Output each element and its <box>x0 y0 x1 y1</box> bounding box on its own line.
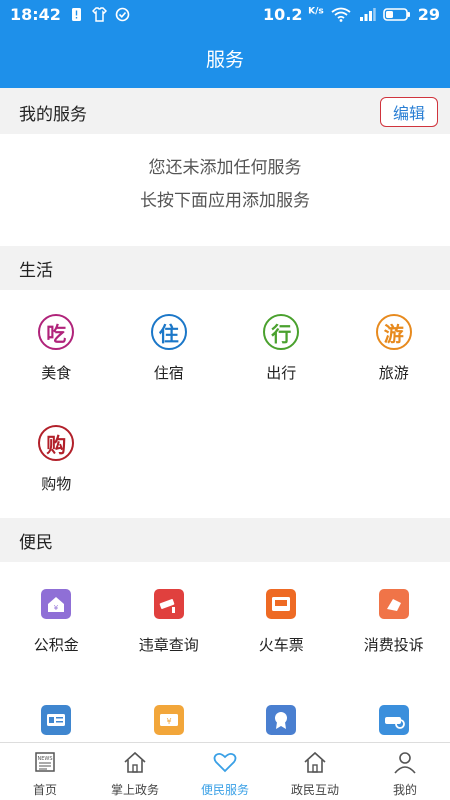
hotel-icon: 住 <box>150 314 187 350</box>
service-item-certificate[interactable] <box>225 673 338 742</box>
battery-icon <box>382 7 410 21</box>
notification-icon <box>71 7 81 21</box>
heart-icon <box>212 749 238 775</box>
shirt-icon <box>91 6 107 22</box>
service-item-id-card[interactable] <box>0 673 113 742</box>
convenience-panel: ¥ 公积金 违章查询 火车票 消费投诉 ¥ <box>0 562 450 742</box>
svg-text:¥: ¥ <box>54 604 59 612</box>
service-item-hotel[interactable]: 住住宿 <box>113 290 226 401</box>
service-item-travel[interactable]: 行出行 <box>225 290 338 401</box>
train-ticket-icon <box>263 586 299 622</box>
tab-label: 便民服务 <box>200 783 249 797</box>
page-title: 服务 <box>205 48 244 71</box>
service-item-label: 消费投诉 <box>363 636 424 654</box>
user-icon <box>392 749 418 775</box>
service-item-label: 美食 <box>41 364 72 382</box>
svg-text:NEWS: NEWS <box>37 756 52 762</box>
traffic-violation-icon <box>151 586 187 622</box>
ticket-icon: ¥ <box>151 702 187 738</box>
life-grid: 吃美食住住宿行出行游旅游购购物 <box>0 290 450 512</box>
service-item-label: 违章查询 <box>138 636 199 654</box>
check-circle-icon <box>115 7 130 21</box>
empty-message-line1: 您还未添加任何服务 <box>148 158 302 178</box>
id-card-icon <box>38 702 74 738</box>
certificate-icon <box>263 702 299 738</box>
service-item-housing-fund[interactable]: ¥ 公积金 <box>0 562 113 673</box>
service-item-label: 公积金 <box>33 636 79 654</box>
service-item-label: 出行 <box>266 364 297 382</box>
convenience-section-title: 便民 <box>19 532 53 553</box>
housing-fund-icon: ¥ <box>38 586 74 622</box>
home-icon <box>122 749 148 775</box>
my-services-title: 我的服务 <box>19 104 87 125</box>
service-item-shopping[interactable]: 购购物 <box>0 401 113 512</box>
status-time: 18:42 <box>10 4 61 24</box>
service-item-consumer-complaint[interactable]: 消费投诉 <box>338 562 450 673</box>
tab-gov-affairs[interactable]: 掌上政务 <box>90 743 180 800</box>
service-item-label: 购物 <box>41 475 72 493</box>
edit-button[interactable]: 编辑 <box>380 97 438 127</box>
life-panel: 吃美食住住宿行出行游旅游购购物 <box>0 290 450 518</box>
service-item-car-search[interactable] <box>338 673 450 742</box>
news-icon: NEWS <box>32 749 58 775</box>
service-item-label: 旅游 <box>378 364 409 382</box>
status-bar: 18:42 10.2 K/s 29 <box>0 0 450 28</box>
service-item-ticket[interactable]: ¥ <box>113 673 226 742</box>
tourism-icon: 游 <box>375 314 412 350</box>
tab-interaction[interactable]: 政民互动 <box>270 743 360 800</box>
my-services-header: 我的服务 编辑 <box>0 90 450 134</box>
service-item-label: 火车票 <box>258 636 304 654</box>
service-item-train-ticket[interactable]: 火车票 <box>225 562 338 673</box>
tab-mine[interactable]: 我的 <box>360 743 450 800</box>
empty-message-line2: 长按下面应用添加服务 <box>140 191 310 211</box>
tab-label: 政民互动 <box>290 783 339 797</box>
tab-label: 我的 <box>392 783 417 797</box>
my-services-panel: 您还未添加任何服务 长按下面应用添加服务 <box>0 134 450 246</box>
tab-home[interactable]: NEWS 首页 <box>0 743 90 800</box>
life-section-header: 生活 <box>0 246 450 290</box>
wifi-icon <box>331 7 351 22</box>
shopping-icon: 购 <box>38 425 75 461</box>
tab-label: 首页 <box>32 783 57 797</box>
tab-label: 掌上政务 <box>110 783 159 797</box>
network-speed: 10.2 K/s <box>263 4 324 24</box>
convenience-section-header: 便民 <box>0 518 450 562</box>
title-bar: 服务 <box>0 28 450 88</box>
life-section-title: 生活 <box>19 260 53 281</box>
service-item-traffic-violation[interactable]: 违章查询 <box>113 562 226 673</box>
service-item-tourism[interactable]: 游旅游 <box>338 290 450 401</box>
battery-level: 29 <box>417 4 440 24</box>
consumer-complaint-icon <box>376 586 412 622</box>
bottom-tab-bar: NEWS 首页 掌上政务 便民服务 政民互动 我的 <box>0 742 450 800</box>
food-icon: 吃 <box>38 314 75 350</box>
tab-convenience[interactable]: 便民服务 <box>180 743 270 800</box>
convenience-grid: ¥ 公积金 违章查询 火车票 消费投诉 ¥ <box>0 562 450 742</box>
home-icon <box>302 749 328 775</box>
service-item-food[interactable]: 吃美食 <box>0 290 113 401</box>
signal-icon <box>359 7 376 21</box>
service-item-label: 住宿 <box>153 364 184 382</box>
svg-text:¥: ¥ <box>166 717 171 726</box>
car-search-icon <box>376 702 412 738</box>
travel-icon: 行 <box>263 314 300 350</box>
